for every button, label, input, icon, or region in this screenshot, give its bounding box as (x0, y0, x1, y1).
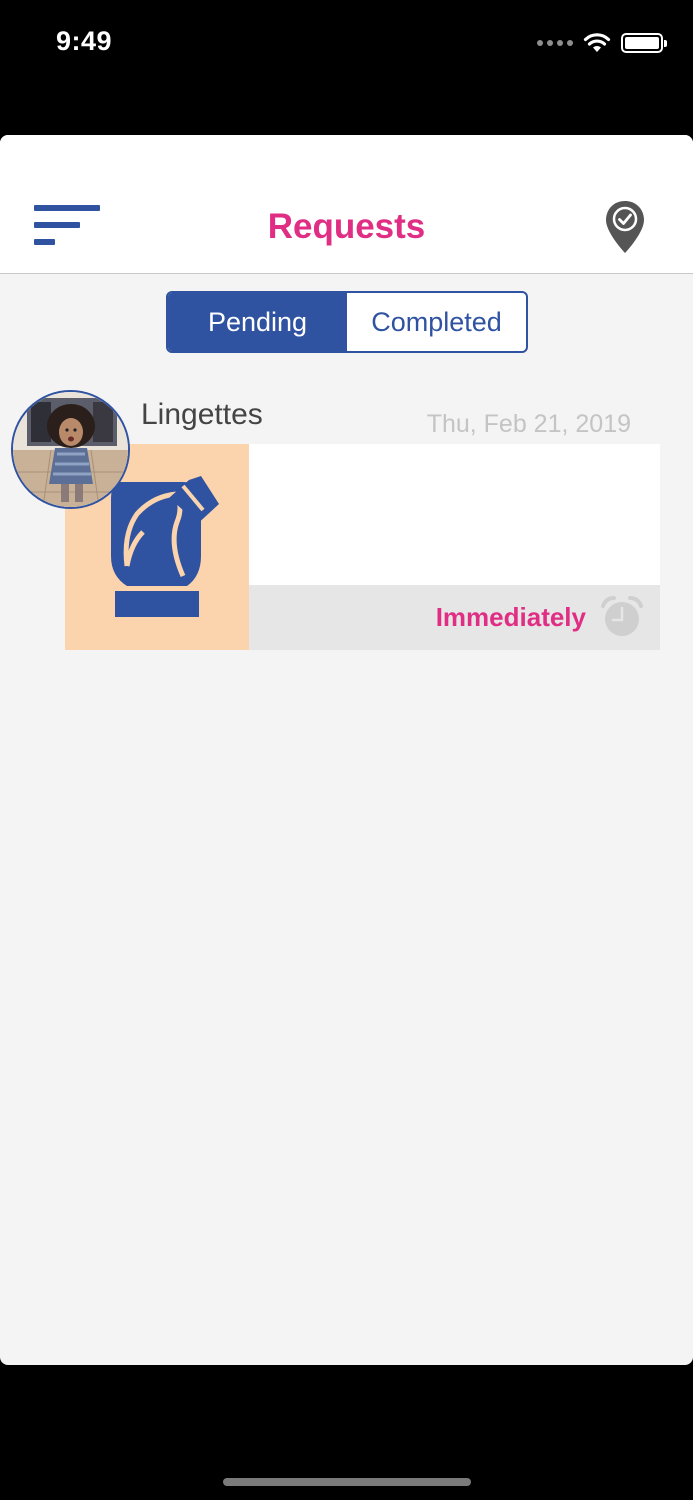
status-time: 9:49 (56, 26, 113, 56)
navigation-bar: Requests (0, 135, 693, 274)
status-icons (537, 30, 667, 56)
home-indicator[interactable] (223, 1478, 471, 1486)
user-photo (13, 392, 128, 507)
request-footer: Immediately (249, 585, 660, 650)
request-date: Thu, Feb 21, 2019 (426, 410, 631, 438)
wifi-icon (583, 33, 611, 52)
request-title: Lingettes (141, 398, 263, 431)
status-tabs: Pending Completed (166, 291, 528, 353)
request-card[interactable]: Immediately Lingettes Thu, Feb 21, 2019 (0, 390, 693, 652)
battery-icon (621, 33, 667, 53)
alarm-clock-icon (601, 596, 643, 636)
tab-pending[interactable]: Pending (168, 293, 347, 351)
tab-completed[interactable]: Completed (347, 293, 526, 351)
request-body (249, 444, 660, 585)
location-button[interactable] (603, 199, 647, 255)
requests-screen: Requests Pending Completed Immediately L… (0, 135, 693, 1365)
cellular-signal-icon (537, 40, 573, 46)
page-title: Requests (267, 207, 426, 246)
location-check-icon (606, 201, 644, 253)
status-bar: 9:49 (0, 0, 693, 90)
avatar (11, 390, 130, 509)
urgency-label: Immediately (435, 602, 586, 632)
